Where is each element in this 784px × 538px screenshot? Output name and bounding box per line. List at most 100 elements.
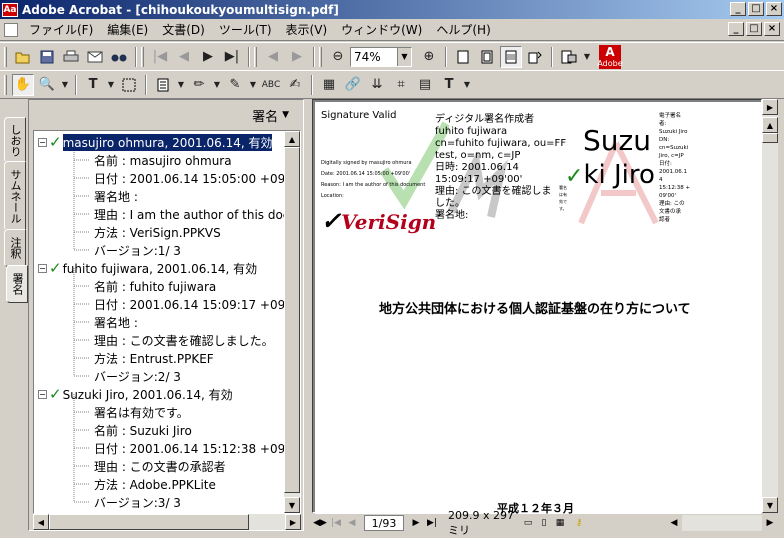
menu-view[interactable]: 表示(V) — [279, 20, 335, 40]
signature-detail[interactable]: 名前 : masujiro ohmura — [94, 151, 232, 169]
tab-signatures[interactable]: 署名 — [6, 265, 28, 303]
document-view[interactable]: Signature Valid Digitally signed by masu… — [312, 99, 762, 514]
open-icon[interactable] — [12, 46, 34, 68]
signature-detail[interactable]: 理由 : この文書を確認しました。 — [94, 331, 274, 349]
toolbar-grip[interactable] — [141, 46, 144, 67]
signature-detail[interactable]: 名前 : fuhito fujiwara — [94, 277, 216, 295]
pencil-tool-icon[interactable]: ✏ — [188, 74, 210, 96]
go-back-icon[interactable]: ◀ — [262, 46, 284, 68]
doc-minimize-button[interactable]: _ — [728, 22, 744, 36]
acrobat-app-icon[interactable]: Aa — [2, 2, 18, 17]
graphics-select-icon[interactable] — [118, 74, 140, 96]
movie-tool-icon[interactable]: ▦ — [318, 74, 340, 96]
zoom-in-icon[interactable]: ⊕ — [418, 46, 440, 68]
doc-scroll-top-icon[interactable]: ▶ — [762, 99, 778, 115]
hand-tool-icon[interactable]: ✋ — [12, 73, 34, 96]
find-icon[interactable] — [108, 46, 130, 68]
form-tool-icon[interactable]: ▤ — [414, 74, 436, 96]
scroll-up-icon[interactable]: ▲ — [284, 131, 300, 147]
status-last-page-icon[interactable]: ▶| — [424, 515, 440, 531]
page-number-field[interactable]: 1/93 — [364, 515, 404, 531]
rotate-icon[interactable] — [524, 46, 546, 68]
doc-scroll-down-icon[interactable]: ▼ — [762, 497, 778, 513]
zoom-tool-dropdown-icon[interactable]: ▼ — [60, 74, 70, 96]
actual-size-icon[interactable] — [452, 46, 474, 68]
tree-horizontal-scrollbar[interactable]: ◀ ▶ — [33, 514, 301, 530]
signature-detail[interactable]: バージョン:3/ 3 — [94, 493, 181, 511]
continuous-icon[interactable]: ▯ — [536, 515, 552, 531]
doc-scroll-up-icon[interactable]: ▲ — [762, 117, 778, 133]
signature-detail[interactable]: 署名地 : — [94, 187, 138, 205]
scroll-down-icon[interactable]: ▼ — [284, 497, 300, 513]
security-key-icon[interactable]: ⚷ — [568, 515, 590, 531]
sign-icon[interactable]: ✍ — [284, 74, 306, 96]
email-icon[interactable] — [84, 46, 106, 68]
signature-detail[interactable]: 日付 : 2001.06.14 15:12:38 +09'00' — [94, 439, 288, 457]
signature-node[interactable]: − ✓ masujiro ohmura, 2001.06.14, 有効 — [38, 133, 273, 151]
toolbar-grip[interactable] — [4, 74, 7, 95]
tree-vertical-scrollbar[interactable]: ▲ ▼ — [284, 131, 300, 513]
fit-page-icon[interactable] — [476, 46, 498, 68]
signature-detail[interactable]: 方法 : Adobe.PPKLite — [94, 475, 216, 493]
hscroll-thumb[interactable] — [49, 514, 249, 530]
article-tool-icon[interactable]: ⇊ — [366, 74, 388, 96]
previous-page-icon[interactable]: ◀ — [173, 46, 195, 68]
menu-file[interactable]: ファイル(F) — [22, 20, 100, 40]
document-icon[interactable] — [4, 22, 18, 37]
status-next-page-icon[interactable]: ▶ — [408, 515, 424, 531]
page-layout-icon[interactable]: ◀▶ — [312, 515, 328, 531]
adobe-logo[interactable]: A Adobe — [597, 44, 623, 69]
doc-scroll-thumb[interactable] — [762, 133, 778, 143]
fit-width-icon[interactable] — [500, 45, 522, 68]
export-dropdown-icon[interactable]: ▼ — [582, 46, 592, 68]
menu-window[interactable]: ウィンドウ(W) — [334, 20, 429, 40]
signature-detail[interactable]: 署名地 : — [94, 313, 138, 331]
maximize-button[interactable]: □ — [748, 2, 764, 16]
signature-detail[interactable]: バージョン:1/ 3 — [94, 241, 181, 259]
spell-check-icon[interactable]: ABC — [260, 74, 282, 96]
scroll-left-icon[interactable]: ◀ — [33, 514, 49, 530]
save-icon[interactable] — [36, 46, 58, 68]
single-page-icon[interactable]: ▭ — [520, 515, 536, 531]
signature-detail[interactable]: 理由 : この文書の承認者 — [94, 457, 226, 475]
menu-document[interactable]: 文書(D) — [155, 20, 212, 40]
print-icon[interactable] — [60, 46, 82, 68]
note-dropdown-icon[interactable]: ▼ — [176, 74, 186, 96]
text-select-icon[interactable]: T — [82, 74, 104, 96]
touchup-text-icon[interactable]: T — [438, 74, 460, 96]
menu-edit[interactable]: 編集(E) — [100, 20, 155, 40]
signature-detail[interactable]: 方法 : Entrust.PPKEF — [94, 349, 214, 367]
doc-close-button[interactable]: × — [764, 22, 780, 36]
document-vertical-scrollbar[interactable]: ▶ ▲ ▼ — [762, 99, 778, 513]
signature-detail[interactable]: バージョン:2/ 3 — [94, 367, 181, 385]
go-forward-icon[interactable]: ▶ — [286, 46, 308, 68]
signature-detail[interactable]: 方法 : VeriSign.PPKVS — [94, 223, 221, 241]
signature-node[interactable]: − ✓ Suzuki Jiro, 2001.06.14, 有効 — [38, 385, 233, 403]
minimize-button[interactable]: _ — [730, 2, 746, 16]
highlight-tool-icon[interactable]: ✎ — [224, 74, 246, 96]
status-prev-page-icon[interactable]: ◀ — [344, 515, 360, 531]
export-icon[interactable] — [558, 46, 580, 68]
status-first-page-icon[interactable]: |◀ — [328, 515, 344, 531]
next-page-icon[interactable]: ▶ — [197, 46, 219, 68]
continuous-facing-icon[interactable]: ▦ — [552, 515, 568, 531]
status-scroll-left-icon[interactable]: ◀ — [666, 515, 682, 531]
menu-tools[interactable]: ツール(T) — [212, 20, 279, 40]
tab-annotations[interactable]: 注釈 — [4, 229, 26, 267]
collapse-icon[interactable]: − — [38, 137, 47, 147]
signature-menu-dropdown-icon[interactable]: ▼ — [282, 110, 289, 120]
signature-detail[interactable]: 日付 : 2001.06.14 15:05:00 +09'00' — [94, 169, 288, 187]
doc-horizontal-scrollbar[interactable] — [682, 515, 762, 531]
signature-node[interactable]: − ✓ fuhito fujiwara, 2001.06.14, 有効 — [38, 259, 257, 277]
status-scroll-right-icon[interactable]: ▶ — [762, 515, 778, 531]
zoom-tool-icon[interactable]: 🔍 — [36, 74, 58, 96]
tab-thumbnails[interactable]: サムネール — [4, 161, 26, 231]
text-select-dropdown-icon[interactable]: ▼ — [106, 74, 116, 96]
last-page-icon[interactable]: ▶| — [221, 46, 243, 68]
scroll-right-icon[interactable]: ▶ — [285, 514, 301, 530]
scroll-thumb[interactable] — [284, 147, 300, 493]
touchup-dropdown-icon[interactable]: ▼ — [462, 74, 472, 96]
signature-detail[interactable]: 日付 : 2001.06.14 15:09:17 +09'00' — [94, 295, 288, 313]
toolbar-grip[interactable] — [319, 46, 322, 67]
toolbar-grip[interactable] — [254, 46, 257, 67]
